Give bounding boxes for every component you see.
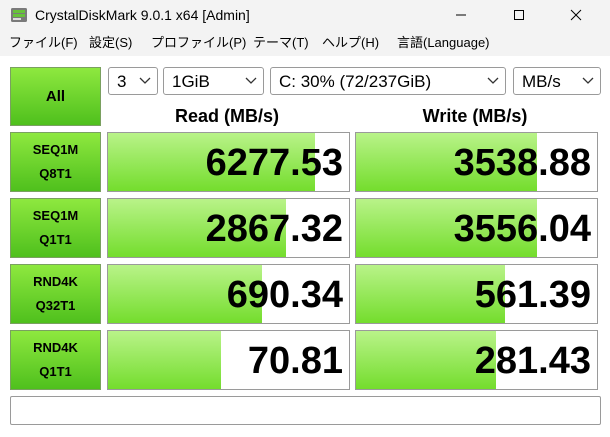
- read-value: 70.81: [247, 340, 343, 382]
- write-result: 3538.88: [355, 132, 598, 192]
- read-result: 70.81: [107, 330, 350, 390]
- menu-theme[interactable]: テーマ(T): [253, 34, 309, 52]
- write-result: 561.39: [355, 264, 598, 324]
- write-result: 281.43: [355, 330, 598, 390]
- read-bar: [108, 331, 222, 389]
- minimize-button[interactable]: [438, 0, 484, 30]
- test-params: Q1T1: [39, 232, 72, 247]
- close-button[interactable]: [553, 0, 599, 30]
- maximize-icon: [514, 10, 524, 20]
- chevron-down-icon: [139, 77, 151, 84]
- write-header: Write (MB/s): [422, 106, 528, 126]
- chevron-down-icon: [582, 77, 594, 84]
- test-name: SEQ1M: [32, 142, 79, 157]
- read-result: 6277.53: [107, 132, 350, 192]
- test-button-rnd4k-q32t1[interactable]: RND4K Q32T1: [10, 264, 101, 324]
- unit-value: MB/s: [522, 72, 561, 91]
- drive-value: C: 30% (72/237GiB): [279, 72, 432, 91]
- test-count-value: 3: [117, 72, 127, 91]
- read-value: 6277.53: [205, 142, 343, 184]
- menu-file[interactable]: ファイル(F): [9, 34, 78, 52]
- test-size-value: 1GiB: [172, 72, 210, 91]
- write-value: 3538.88: [453, 142, 591, 184]
- maximize-button[interactable]: [496, 0, 542, 30]
- test-name: SEQ1M: [32, 208, 79, 223]
- test-name: RND4K: [33, 340, 78, 355]
- read-header: Read (MB/s): [174, 106, 279, 126]
- unit-select[interactable]: MB/s: [513, 67, 601, 95]
- test-button-seq1m-q8t1[interactable]: SEQ1M Q8T1: [10, 132, 101, 192]
- read-result: 690.34: [107, 264, 350, 324]
- read-result: 2867.32: [107, 198, 350, 258]
- test-button-rnd4k-q1t1[interactable]: RND4K Q1T1: [10, 330, 101, 390]
- chevron-down-icon: [245, 77, 257, 84]
- test-size-select[interactable]: 1GiB: [163, 67, 264, 95]
- comment-input[interactable]: [10, 396, 601, 425]
- test-params: Q8T1: [39, 166, 72, 181]
- write-value: 3556.04: [453, 208, 591, 250]
- read-value: 690.34: [226, 274, 343, 316]
- write-result: 3556.04: [355, 198, 598, 258]
- menu-bar: ファイル(F) 設定(S) プロファイル(P) テーマ(T) ヘルプ(H) 言語…: [0, 30, 610, 56]
- menu-language[interactable]: 言語(Language): [397, 34, 490, 52]
- title-bar: CrystalDiskMark 9.0.1 x64 [Admin]: [0, 0, 610, 30]
- test-button-seq1m-q1t1[interactable]: SEQ1M Q1T1: [10, 198, 101, 258]
- app-icon: [11, 8, 27, 22]
- write-value: 281.43: [474, 340, 591, 382]
- close-icon: [570, 9, 582, 21]
- test-params: Q32T1: [35, 298, 76, 313]
- test-count-select[interactable]: 3: [108, 67, 158, 95]
- menu-help[interactable]: ヘルプ(H): [322, 34, 379, 52]
- minimize-icon: [456, 14, 466, 16]
- read-value: 2867.32: [205, 208, 343, 250]
- test-params: Q1T1: [39, 364, 72, 379]
- menu-settings[interactable]: 設定(S): [89, 34, 132, 52]
- window-title: CrystalDiskMark 9.0.1 x64 [Admin]: [35, 7, 250, 23]
- all-button[interactable]: All: [10, 67, 101, 126]
- write-value: 561.39: [474, 274, 591, 316]
- chevron-down-icon: [487, 77, 499, 84]
- drive-select[interactable]: C: 30% (72/237GiB): [270, 67, 506, 95]
- menu-profile[interactable]: プロファイル(P): [151, 34, 246, 52]
- test-name: RND4K: [33, 274, 78, 289]
